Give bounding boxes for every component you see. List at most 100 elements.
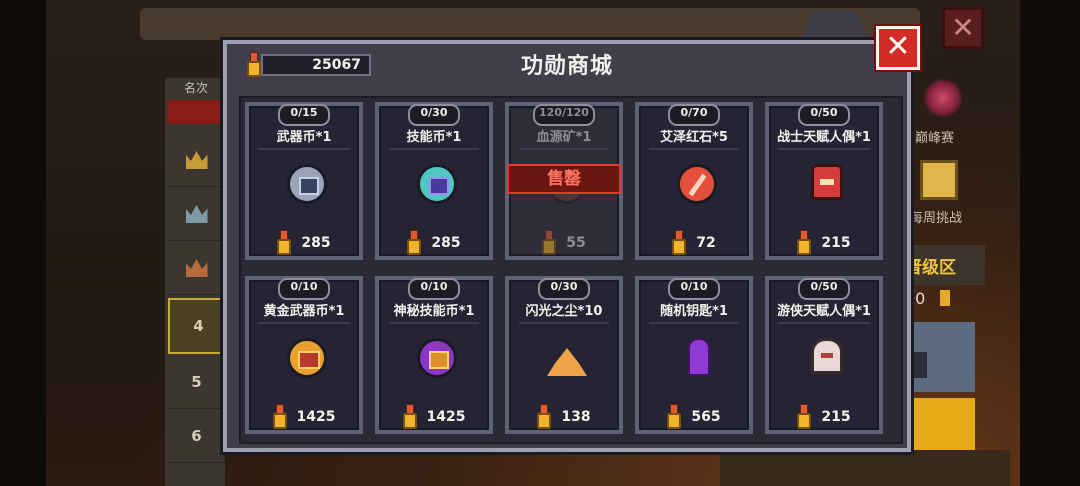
divider	[779, 148, 869, 150]
background-bottom-panel	[720, 450, 1010, 486]
warrior-talent-doll-icon	[807, 164, 847, 204]
rank-highlight-bar	[168, 100, 225, 124]
purchase-count: 0/30	[408, 104, 460, 126]
item-price: 1425	[249, 404, 359, 430]
weekly-challenge-label: 每周挑战	[910, 211, 963, 226]
item-price: 55	[509, 230, 619, 256]
item-name: 游侠天赋人偶*1	[777, 304, 871, 319]
item-name: 艾泽红石*5	[660, 130, 728, 145]
item-price: 565	[639, 404, 749, 430]
medal-icon	[537, 404, 552, 430]
rank-header: 名次	[183, 81, 208, 95]
promotion-zone-button	[905, 398, 975, 453]
purchase-count: 0/10	[278, 278, 330, 300]
divider	[389, 322, 479, 324]
red-stone-icon	[677, 164, 717, 204]
item-name: 黄金武器币*1	[263, 304, 345, 319]
merit-shop-dialog: 25067 功勋商城 0/15 武器币*1 285 0/30 技能币*1 285 120/1…	[223, 40, 911, 452]
divider	[779, 322, 869, 324]
item-name: 随机钥匙*1	[660, 304, 728, 319]
ranger-talent-doll-icon	[807, 338, 847, 378]
purchase-count: 0/50	[798, 104, 850, 126]
medal-icon	[542, 230, 557, 256]
item-price: 1425	[379, 404, 489, 430]
peak-match-label: 巅峰赛	[915, 131, 955, 146]
divider	[259, 148, 349, 150]
shop-item-card[interactable]: 0/50 游侠天赋人偶*1 215	[765, 276, 883, 434]
shop-item-card[interactable]: 0/50 战士天赋人偶*1 215	[765, 102, 883, 260]
shop-item-card[interactable]: 0/10 神秘技能币*1 1425	[375, 276, 493, 434]
item-name: 神秘技能币*1	[393, 304, 475, 319]
sold-out-badge: 售罄	[507, 164, 621, 194]
medal-icon	[797, 404, 812, 430]
item-price: 285	[379, 230, 489, 256]
flash-dust-icon	[547, 338, 587, 378]
rank-row-4: 4	[168, 298, 229, 354]
divider	[519, 322, 609, 324]
divider	[649, 322, 739, 324]
shop-item-card[interactable]: 0/70 艾泽红石*5 72	[635, 102, 753, 260]
mystic-skill-coin-icon	[417, 338, 457, 378]
price-value: 215	[821, 235, 851, 251]
medal-icon	[797, 230, 812, 256]
promotion-zone-label: 晋级区	[905, 258, 956, 278]
shop-item-card[interactable]: 0/15 武器币*1 285	[245, 102, 363, 260]
medal-icon	[277, 230, 292, 256]
weekly-challenge-icon	[920, 160, 958, 200]
purchase-count: 0/10	[668, 278, 720, 300]
price-value: 1425	[296, 409, 336, 425]
bronze-crown-icon	[185, 259, 208, 277]
price-value: 138	[561, 409, 591, 425]
medal-icon	[940, 290, 950, 306]
gold-crown-icon	[185, 151, 208, 169]
medal-icon	[667, 404, 682, 430]
silver-crown-icon	[185, 205, 208, 223]
divider	[389, 148, 479, 150]
purchase-count: 0/50	[798, 278, 850, 300]
item-price: 138	[509, 404, 619, 430]
item-price: 215	[769, 404, 879, 430]
divider	[519, 148, 609, 150]
price-value: 1425	[426, 409, 466, 425]
dialog-title: 功勋商城	[520, 54, 613, 79]
rank-row-5: 5	[168, 356, 225, 409]
item-name: 战士天赋人偶*1	[777, 130, 871, 145]
item-price: 72	[639, 230, 749, 256]
rank-row-6: 6	[168, 410, 225, 463]
medal-icon	[402, 404, 417, 430]
weapon-coin-icon	[287, 164, 327, 204]
price-value: 72	[696, 235, 716, 251]
skill-coin-icon	[417, 164, 457, 204]
price-value: 565	[691, 409, 721, 425]
shop-item-card[interactable]: 0/30 技能币*1 285	[375, 102, 493, 260]
purchase-count: 0/30	[538, 278, 590, 300]
purchase-count: 0/10	[408, 278, 460, 300]
close-button[interactable]: ✕	[876, 26, 920, 70]
background-edge-right	[1020, 0, 1080, 486]
shop-item-card[interactable]: 0/10 黄金武器币*1 1425	[245, 276, 363, 434]
item-name: 武器币*1	[276, 130, 332, 145]
shop-item-card[interactable]: 0/30 闪光之尘*10 138	[505, 276, 623, 434]
medal-icon	[272, 404, 287, 430]
background-edge-left	[0, 0, 46, 486]
item-name: 技能币*1	[406, 130, 462, 145]
gold-weapon-coin-icon	[287, 338, 327, 378]
purchase-count: 0/15	[278, 104, 330, 126]
shop-item-card[interactable]: 0/10 随机钥匙*1 565	[635, 276, 753, 434]
price-value: 285	[301, 235, 331, 251]
divider	[259, 322, 349, 324]
divider	[649, 148, 739, 150]
purchase-count: 120/120	[533, 104, 595, 126]
item-price: 215	[769, 230, 879, 256]
medal-icon	[672, 230, 687, 256]
item-price: 285	[249, 230, 359, 256]
rank-row-3	[168, 242, 225, 295]
random-key-icon	[677, 338, 717, 378]
item-name: 血源矿*1	[536, 130, 592, 145]
shop-item-card[interactable]: 120/120 血源矿*1 55 售罄	[505, 102, 623, 260]
peak-match-icon	[923, 78, 963, 118]
medal-icon	[407, 230, 422, 256]
shop-item-grid: 0/15 武器币*1 285 0/30 技能币*1 285 120/120 血源矿*1 55 售罄…	[239, 96, 903, 444]
rank-row-1	[168, 134, 225, 187]
item-name: 闪光之尘*10	[525, 304, 603, 319]
